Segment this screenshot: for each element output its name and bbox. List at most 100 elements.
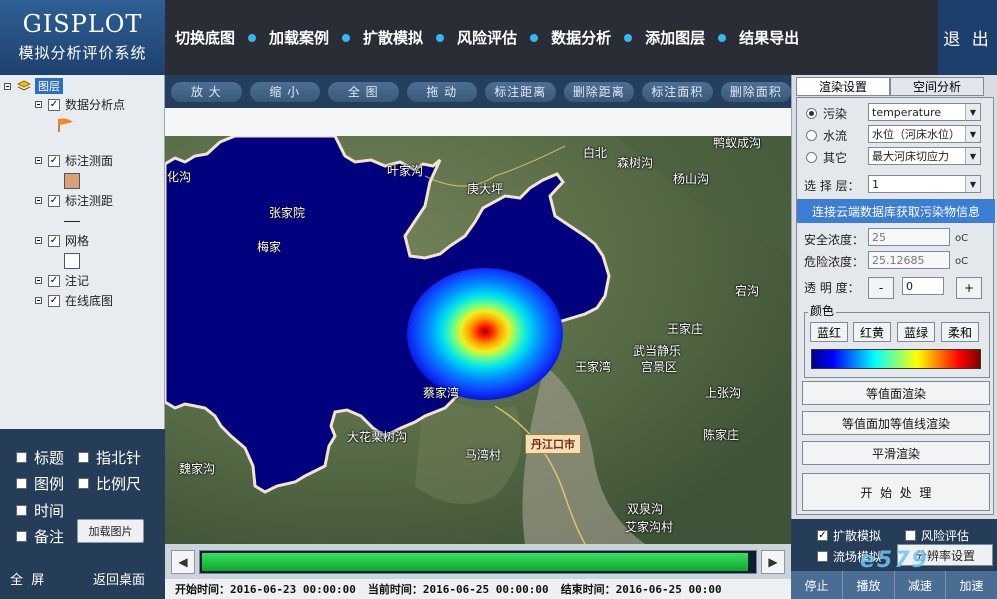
layer-checkbox[interactable]: ✓ — [48, 294, 60, 307]
nav-switch-basemap[interactable]: 切换底图 — [175, 27, 235, 48]
tree-item-annotation[interactable]: ✓ 注记 — [35, 272, 89, 289]
layer-checkbox[interactable]: ✓ — [48, 194, 60, 207]
opacity-plus-button[interactable]: + — [956, 277, 982, 299]
legend-checkbox[interactable] — [16, 478, 27, 489]
tree-item-distance[interactable]: ✓ 标注测距 — [35, 192, 113, 209]
radio-pollution[interactable]: 污染 — [806, 105, 847, 122]
diffusion-checkbox[interactable]: ✓ — [817, 530, 828, 541]
radio-flow[interactable]: 水流 — [806, 127, 847, 144]
chevron-down-icon[interactable]: ▼ — [965, 176, 980, 192]
collapse-icon[interactable] — [35, 277, 42, 284]
safe-unit: oC — [955, 233, 969, 244]
color-blue-red-button[interactable]: 蓝红 — [810, 322, 848, 342]
color-red-yellow-button[interactable]: 红黄 — [853, 322, 891, 342]
nav-data-analysis[interactable]: 数据分析 — [551, 27, 611, 48]
danger-concentration-input[interactable]: 25.12685 — [868, 251, 950, 269]
collapse-icon[interactable] — [35, 197, 42, 204]
layer-checkbox[interactable]: ✓ — [48, 154, 60, 167]
opt-north[interactable]: 指北针 — [78, 447, 141, 468]
tree-item-area[interactable]: ✓ 标注测面 — [35, 152, 113, 169]
collapse-icon[interactable] — [35, 297, 42, 304]
flow-select[interactable]: 水位（河床水位） ▼ — [868, 125, 981, 143]
north-checkbox[interactable] — [78, 452, 89, 463]
slow-down-button[interactable]: 减速 — [895, 571, 946, 599]
start-process-button[interactable]: 开 始 处 理 — [802, 473, 990, 511]
opt-title[interactable]: 标题 — [16, 447, 64, 468]
time-checkbox[interactable] — [16, 505, 27, 516]
radio-pollution-dot[interactable] — [806, 108, 817, 119]
scale-checkbox[interactable] — [78, 478, 89, 489]
tab-render-settings[interactable]: 渲染设置 — [796, 77, 890, 96]
load-image-button[interactable]: 加载图片 — [77, 519, 144, 543]
nav-export[interactable]: 结果导出 — [739, 27, 799, 48]
zoom-out-button[interactable]: 缩 小 — [249, 81, 320, 102]
slider-prev-button[interactable]: ◀ — [171, 550, 195, 574]
slider-next-button[interactable]: ▶ — [761, 550, 785, 574]
chevron-down-icon[interactable]: ▼ — [965, 126, 980, 142]
pollution-select[interactable]: temperature ▼ — [868, 103, 981, 121]
radio-flow-dot[interactable] — [806, 130, 817, 141]
place-label: 张家院 — [269, 206, 306, 220]
stop-button[interactable]: 停止 — [791, 571, 843, 599]
tree-root[interactable]: 图层 — [4, 78, 63, 94]
pan-button[interactable]: 拖 动 — [406, 81, 477, 102]
fullscreen-button[interactable]: 全 屏 — [10, 569, 44, 588]
note-checkbox[interactable] — [16, 531, 27, 542]
contour-line-render-button[interactable]: 等值面加等值线渲染 — [802, 411, 990, 435]
opt-scale[interactable]: 比例尺 — [78, 473, 141, 494]
layers-icon — [17, 80, 31, 92]
opt-legend[interactable]: 图例 — [16, 473, 64, 494]
other-select[interactable]: 最大河床切应力 ▼ — [868, 147, 981, 165]
radio-other-dot[interactable] — [806, 152, 817, 163]
contour-render-button[interactable]: 等值面渲染 — [802, 381, 990, 405]
collapse-icon[interactable] — [35, 101, 42, 108]
cloud-db-button[interactable]: 连接云端数据库获取污染物信息 — [797, 199, 995, 223]
risk-checkbox[interactable] — [905, 530, 916, 541]
flow-sim-checkbox[interactable] — [817, 551, 828, 562]
opacity-input[interactable]: 0 — [902, 277, 944, 295]
layer-checkbox[interactable]: ✓ — [48, 234, 60, 247]
chevron-down-icon[interactable]: ▼ — [965, 148, 980, 164]
back-desktop-button[interactable]: 返回桌面 — [93, 569, 145, 588]
color-blue-green-button[interactable]: 蓝绿 — [897, 322, 935, 342]
zoom-in-button[interactable]: 放 大 — [171, 81, 242, 102]
speed-up-button[interactable]: 加速 — [946, 571, 997, 599]
safe-concentration-input[interactable]: 25 — [868, 228, 950, 246]
tree-item-data-points[interactable]: ✓ 数据分析点 — [35, 96, 125, 113]
nav-load-case[interactable]: 加载案例 — [269, 27, 329, 48]
delete-area-button[interactable]: 删除面积 — [720, 81, 791, 102]
title-checkbox[interactable] — [16, 452, 27, 463]
nav-add-layer[interactable]: 添加图层 — [645, 27, 705, 48]
layer-checkbox[interactable]: ✓ — [48, 98, 60, 111]
radio-other[interactable]: 其它 — [806, 149, 847, 166]
nav-diffusion[interactable]: 扩散模拟 — [363, 27, 423, 48]
opt-risk[interactable]: 风险评估 — [905, 527, 969, 544]
layer-select[interactable]: 1 ▼ — [868, 175, 981, 193]
exit-button[interactable]: 退 出 — [938, 0, 997, 75]
tab-spatial-analysis[interactable]: 空间分析 — [890, 77, 984, 96]
layer-checkbox[interactable]: ✓ — [48, 274, 60, 287]
opt-diffusion[interactable]: ✓ 扩散模拟 — [817, 527, 881, 544]
color-soft-button[interactable]: 柔和 — [941, 322, 979, 342]
collapse-icon[interactable] — [4, 82, 11, 90]
chevron-down-icon[interactable]: ▼ — [965, 104, 980, 120]
opt-time[interactable]: 时间 — [16, 500, 64, 521]
collapse-icon[interactable] — [35, 157, 42, 164]
nav-risk[interactable]: 风险评估 — [457, 27, 517, 48]
measure-area-button[interactable]: 标注面积 — [642, 81, 713, 102]
tree-item-label: 网格 — [65, 234, 90, 248]
full-extent-button[interactable]: 全 图 — [328, 81, 399, 102]
opt-note[interactable]: 备注 — [16, 526, 64, 547]
opacity-minus-button[interactable]: - — [868, 277, 894, 299]
tree-item-grid[interactable]: ✓ 网格 — [35, 232, 89, 249]
delete-distance-button[interactable]: 删除距离 — [563, 81, 634, 102]
collapse-icon[interactable] — [35, 237, 42, 244]
map-canvas[interactable]: 鸭蚁成沟 白北 叶家沟 庚大坪 森树沟 杨山沟 化沟 张家院 梅家 宕沟 王家庄… — [165, 136, 791, 544]
play-button[interactable]: 播放 — [843, 571, 895, 599]
tree-item-online-basemap[interactable]: ✓ 在线底图 — [35, 292, 113, 309]
danger-concentration-label: 危险浓度： — [804, 255, 865, 269]
measure-distance-button[interactable]: 标注距离 — [485, 81, 556, 102]
place-label: 鸭蚁成沟 — [713, 136, 762, 150]
smooth-render-button[interactable]: 平滑渲染 — [802, 441, 990, 465]
time-progress-track[interactable] — [199, 550, 757, 574]
